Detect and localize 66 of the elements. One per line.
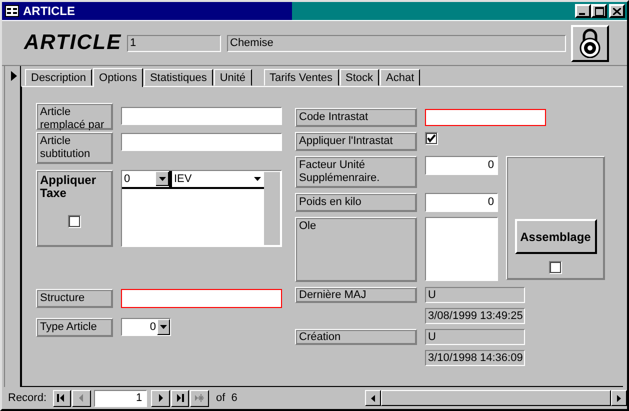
tab[interactable]: Achat [380, 69, 420, 86]
new-record-icon [195, 394, 204, 402]
lock-button[interactable] [571, 24, 609, 62]
tab[interactable]: Options [93, 68, 143, 87]
caret-icon [160, 325, 167, 329]
caret-icon [158, 176, 166, 180]
last-record-button[interactable] [170, 390, 190, 406]
tab[interactable]: Tarifs Ventes [264, 69, 338, 86]
tab[interactable]: Unité [214, 69, 252, 86]
record-selector[interactable] [4, 66, 21, 387]
close-icon [613, 8, 621, 14]
field-label: Code Intrastat [295, 108, 417, 127]
user-field: U [425, 329, 525, 345]
last-record-icon [176, 394, 185, 402]
field-label: Appliquer l'Intrastat [295, 132, 417, 151]
pointer-icon [10, 71, 16, 81]
checkbox[interactable] [425, 132, 438, 145]
close-button[interactable] [609, 4, 625, 18]
right-arrow-icon [617, 394, 622, 402]
form-icon [5, 5, 19, 17]
field-label: Type Article [36, 318, 113, 337]
date-field: 3/10/1998 14:36:09 [425, 350, 525, 366]
assemblage-button[interactable]: Assemblage [514, 219, 596, 254]
input-field[interactable] [121, 107, 282, 125]
field-label: Structure [36, 289, 113, 308]
input-field[interactable]: 0 [425, 156, 498, 175]
tab[interactable]: Stock [340, 69, 380, 86]
combo-box[interactable]: IEV [172, 171, 264, 187]
next-record-button[interactable] [151, 390, 170, 406]
first-record-button[interactable] [52, 390, 72, 406]
maximize-button[interactable] [591, 4, 607, 18]
first-record-icon [57, 394, 66, 402]
name-field[interactable]: Chemise [227, 34, 566, 52]
record-count: of 6 [216, 392, 238, 404]
field-label: Article remplacé par [36, 103, 113, 130]
left-arrow-icon [371, 394, 376, 402]
combo-box[interactable]: 0 [122, 171, 172, 187]
field-label: Facteur Unité Supplémenraire. [295, 156, 417, 188]
field-label: Création [295, 329, 417, 345]
field-label: Poids en kilo [295, 193, 417, 212]
record-number-field[interactable]: 1 [94, 390, 148, 406]
minimize-button[interactable] [575, 4, 591, 18]
field-label: Dernière MAJ [295, 287, 417, 303]
field-label: Appliquer Taxe [40, 174, 97, 200]
previous-record-icon [76, 394, 86, 402]
code-field[interactable]: 1 [127, 34, 221, 52]
window-title: ARTICLE [23, 4, 76, 18]
tab[interactable]: Statistiques [144, 69, 213, 86]
combo-box[interactable]: 0 [121, 318, 171, 336]
user-field: U [425, 287, 525, 303]
checkbox[interactable] [68, 215, 81, 228]
input-field[interactable]: 0 [425, 193, 498, 212]
input-field[interactable] [121, 289, 282, 308]
form-title: ARTICLE [24, 31, 122, 55]
input-field[interactable] [425, 109, 546, 126]
horizontal-scrollbar[interactable] [365, 390, 628, 406]
ole-field[interactable] [425, 217, 498, 281]
input-field[interactable] [121, 133, 282, 151]
tab[interactable]: Description [25, 69, 92, 86]
checkbox[interactable] [549, 261, 562, 274]
caret-icon [254, 177, 261, 181]
maximize-icon [594, 6, 604, 16]
record-label: Record: [8, 392, 47, 404]
date-field: 3/08/1999 13:49:25 [425, 308, 525, 324]
field-label: Ole [295, 217, 417, 282]
field-label: Article subtitution [36, 132, 113, 164]
